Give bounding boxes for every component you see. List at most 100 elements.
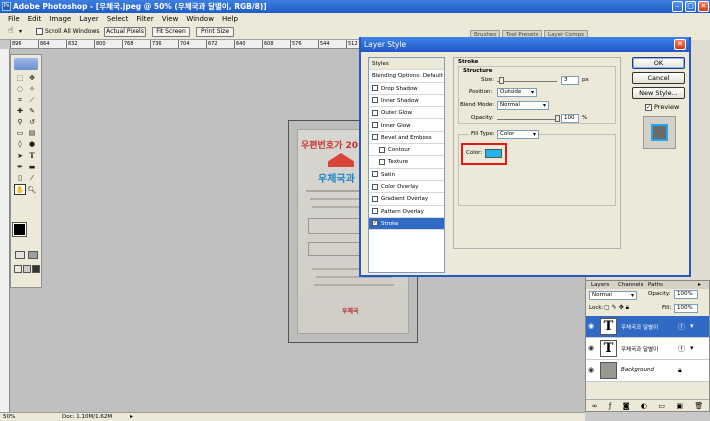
style-item-inner-glow[interactable]: Inner Glow [369,120,444,132]
actual-pixels-button[interactable]: Actual Pixels [104,27,146,37]
maximize-icon[interactable]: □ [685,1,696,12]
slice-tool-icon[interactable]: ⟋ [26,95,38,106]
zoom-tool-icon[interactable]: 🔍︎ [26,185,38,196]
path-selection-tool-icon[interactable]: ➤ [14,151,26,162]
style-item-outer-glow[interactable]: Outer Glow [369,107,444,120]
zoom-level[interactable]: 50% [3,413,15,421]
crop-tool-icon[interactable]: ⌗ [14,95,26,106]
blend-mode-select[interactable]: Normal [497,101,549,110]
hand-tool-icon[interactable]: ☝ [8,26,13,36]
style-item-pattern-overlay[interactable]: Pattern Overlay [369,206,444,218]
chevron-down-icon[interactable]: ▾ [19,28,22,35]
style-item-gradient-overlay[interactable]: Gradient Overlay [369,193,444,206]
size-field[interactable]: 3 [561,76,579,85]
menu-file[interactable]: File [4,15,24,23]
preview-toggle[interactable]: ✓ Preview [645,103,679,111]
foreground-color-swatch[interactable] [12,222,27,237]
style-checkbox[interactable] [372,85,378,92]
style-checkbox[interactable] [379,158,385,165]
screen-mode-standard-icon[interactable] [14,265,22,273]
style-item-bevel-emboss[interactable]: Bevel and Emboss [369,132,444,145]
layer-name[interactable]: 우체국과 달별이 [621,323,658,331]
style-checkbox-checked[interactable]: ✓ [372,220,378,227]
brush-tool-icon[interactable]: ✎ [26,106,38,117]
hand-tool-icon[interactable]: ✋ [14,184,26,195]
style-checkbox[interactable] [372,122,378,128]
screen-mode-full-icon[interactable] [32,265,40,273]
stroke-color-swatch[interactable] [485,149,502,158]
style-checkbox[interactable] [372,183,378,190]
new-group-icon[interactable]: ▭ [658,402,665,410]
chevron-down-icon[interactable]: ▾ [690,322,694,330]
magic-wand-tool-icon[interactable]: ✧ [26,84,38,95]
trash-icon[interactable]: 🗑︎ [694,402,703,410]
size-slider-knob[interactable] [499,77,504,84]
tab-layers[interactable]: Layers [591,281,609,289]
style-checkbox[interactable] [372,171,378,178]
opacity-slider-knob[interactable] [555,115,560,122]
layer-name[interactable]: Background [621,367,654,373]
marquee-tool-icon[interactable]: ⬚ [14,73,26,84]
add-style-icon[interactable]: ƒ [609,402,611,410]
scroll-all-windows-checkbox[interactable] [36,28,43,35]
fit-screen-button[interactable]: Fit Screen [152,27,190,37]
dialog-title-bar[interactable]: Layer Style [361,37,689,52]
menu-window[interactable]: Window [182,15,218,23]
toolbox-header-icon[interactable] [14,58,38,70]
add-mask-icon[interactable]: ◙ [623,402,630,410]
panel-menu-icon[interactable]: ▸ [698,281,701,289]
move-tool-icon[interactable]: ✥ [26,73,38,84]
eye-icon[interactable]: ◉ [588,367,597,374]
style-item-drop-shadow[interactable]: Drop Shadow [369,83,444,95]
layer-blend-mode-select[interactable]: Normal [589,291,637,300]
menu-view[interactable]: View [158,15,183,23]
style-item-blending-options[interactable]: Blending Options: Default [369,70,444,83]
print-size-button[interactable]: Print Size [196,27,234,37]
shape-tool-icon[interactable]: ▬ [26,162,38,173]
opacity-slider[interactable] [497,119,557,120]
tab-channels[interactable]: Channels [618,281,643,289]
close-icon[interactable]: ✕ [698,1,709,12]
pen-tool-icon[interactable]: ✒ [14,162,26,173]
style-item-color-overlay[interactable]: Color Overlay [369,181,444,194]
menu-layer[interactable]: Layer [75,15,103,23]
tab-paths[interactable]: Paths [648,281,663,289]
clone-stamp-tool-icon[interactable]: ⚲ [14,117,26,128]
style-item-contour[interactable]: Contour [369,144,444,157]
new-layer-icon[interactable]: ▣ [676,402,683,410]
style-checkbox[interactable] [379,146,385,153]
gradient-tool-icon[interactable]: ▤ [26,128,38,139]
style-item-stroke[interactable]: ✓ Stroke [369,217,444,231]
layer-fill-field[interactable]: 100% [674,304,698,313]
menu-filter[interactable]: Filter [132,15,157,23]
style-checkbox[interactable] [372,97,378,104]
eraser-tool-icon[interactable]: ▭ [14,128,26,139]
position-select[interactable]: Outside [497,88,537,97]
eyedropper-tool-icon[interactable]: ⁄ [26,173,38,184]
link-layers-icon[interactable]: ∞ [592,402,598,410]
menu-edit[interactable]: Edit [24,15,46,23]
eye-icon[interactable]: ◉ [588,345,597,352]
style-item-inner-shadow[interactable]: Inner Shadow [369,95,444,108]
ok-button[interactable]: OK [632,57,685,69]
photoshop-app-icon[interactable]: Ps [2,2,11,11]
type-tool-icon[interactable]: T [26,150,38,161]
menu-select[interactable]: Select [103,15,133,23]
layer-row[interactable]: ◉ T 우체국과 달별이 ⓕ ▾ [586,316,709,338]
layer-opacity-field[interactable]: 100% [674,290,698,299]
minimize-icon[interactable]: – [672,1,683,12]
lock-icons[interactable]: ▢✎✥🔒︎ [604,304,631,312]
preview-checkbox[interactable]: ✓ [645,103,652,111]
style-checkbox[interactable] [372,134,378,141]
layer-row[interactable]: ◉ T 우체국과 달별이 ⓕ ▾ [586,338,709,360]
chevron-down-icon[interactable]: ▾ [690,344,694,352]
lasso-tool-icon[interactable]: ◌ [14,84,26,95]
layer-row[interactable]: ◉ Background 🔒︎ [586,360,709,382]
quick-mask-mode-icon[interactable] [28,251,38,259]
menu-image[interactable]: Image [45,15,75,23]
eye-icon[interactable]: ◉ [588,323,597,330]
style-checkbox[interactable] [372,208,378,215]
adjustment-layer-icon[interactable]: ◐ [641,402,647,410]
history-brush-tool-icon[interactable]: ↺ [26,117,38,128]
cancel-button[interactable]: Cancel [632,72,685,84]
